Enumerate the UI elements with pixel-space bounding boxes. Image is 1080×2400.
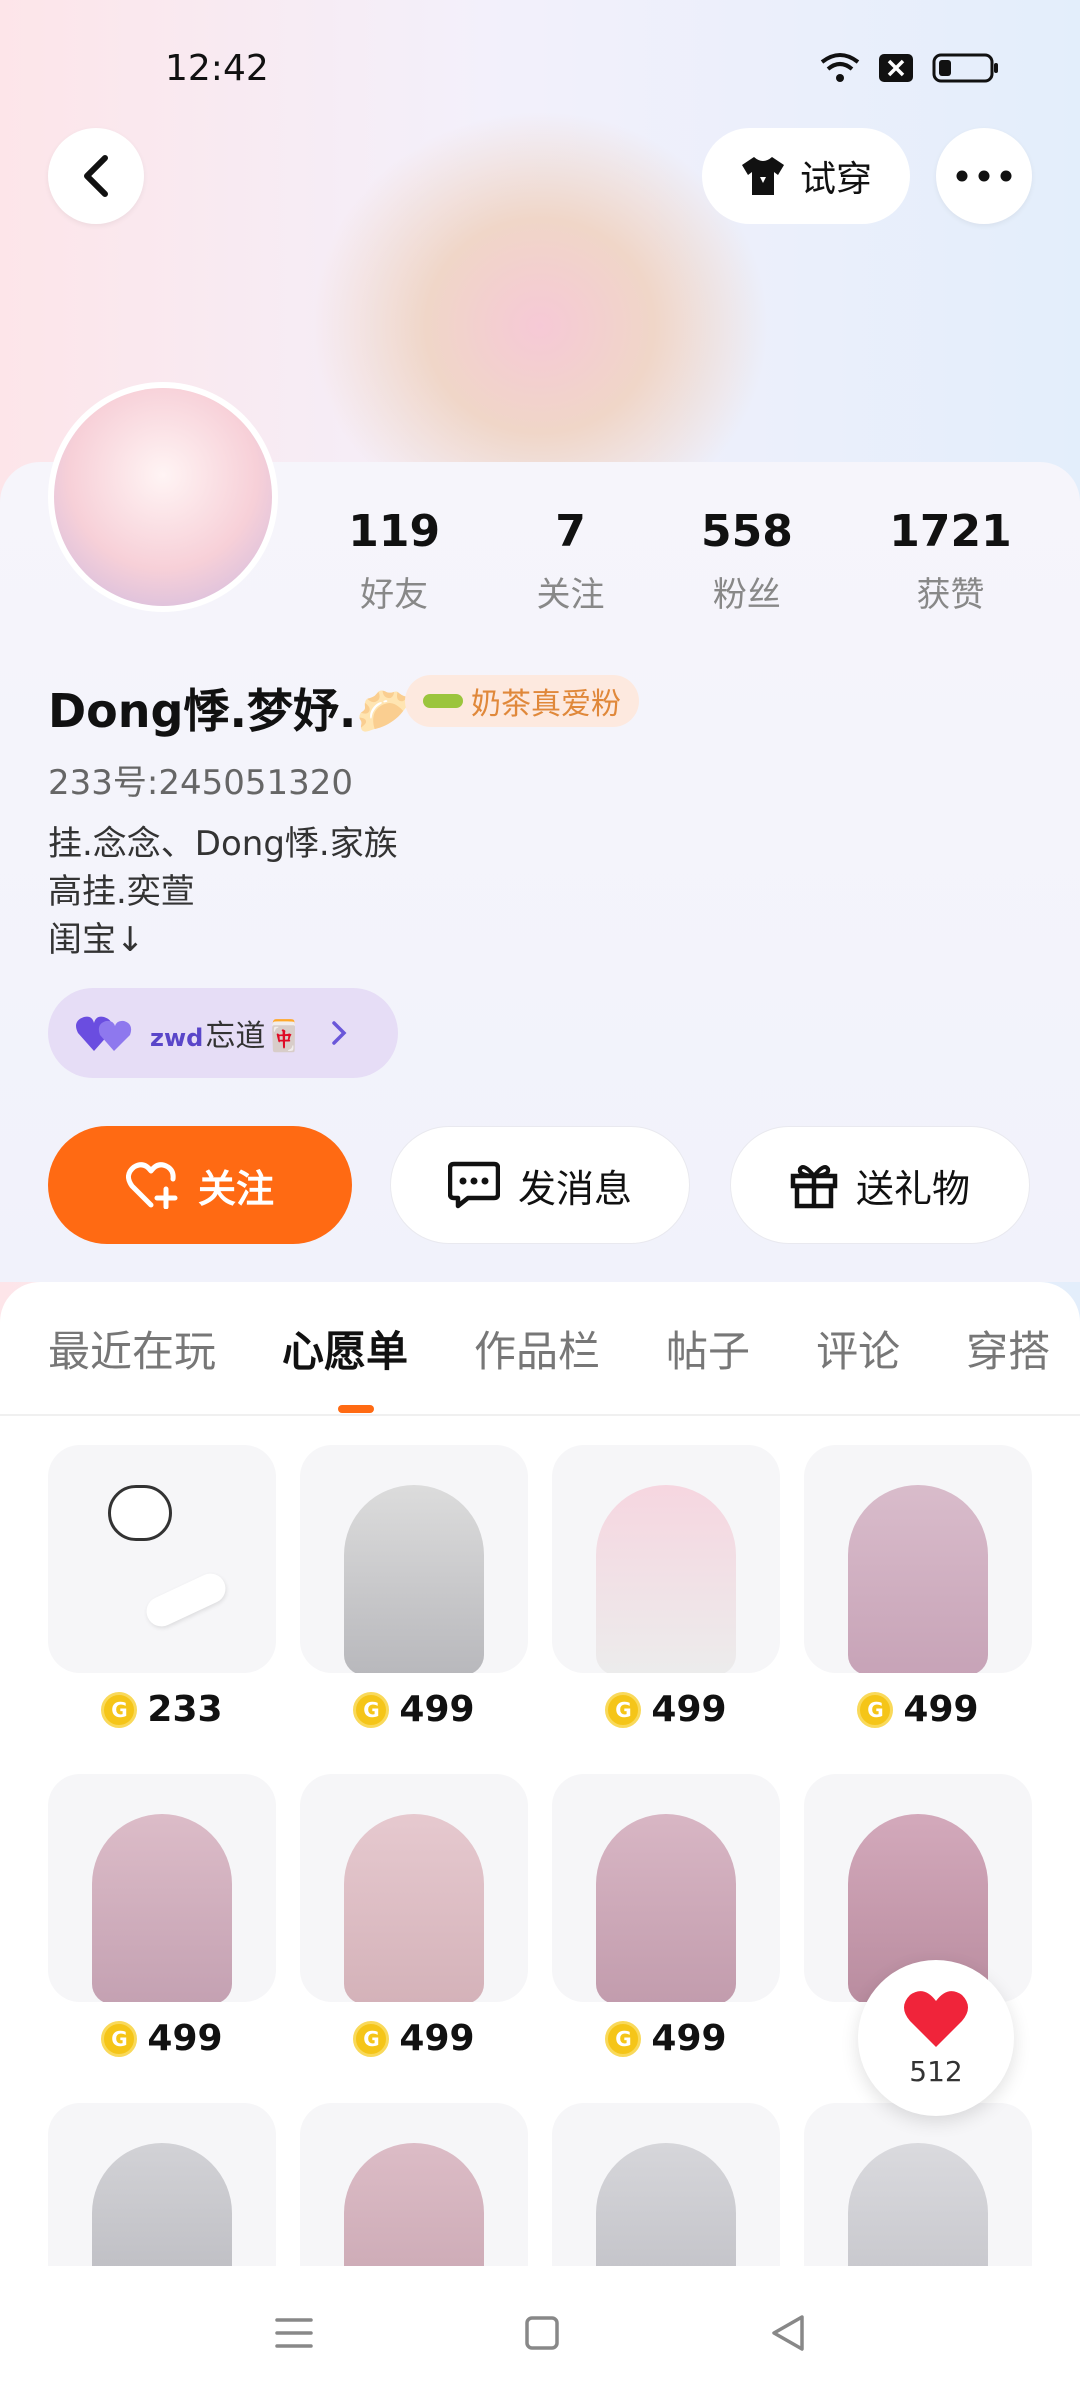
item-thumbnail [300, 1774, 528, 2002]
item-price: 499 [903, 1689, 979, 1730]
group-prefix: zwd [150, 1024, 204, 1052]
chevron-right-icon [331, 1021, 347, 1045]
follow-label: 关注 [197, 1166, 274, 1211]
tab-comments[interactable]: 评论 [816, 1318, 900, 1379]
no-sim-icon [879, 54, 913, 82]
stat-label: 好友 [360, 575, 429, 615]
coin-icon: G [605, 1691, 642, 1728]
stat-friends[interactable]: 119 好友 [348, 506, 440, 616]
coin-icon: G [101, 2020, 138, 2057]
like-count: 512 [909, 2054, 963, 2088]
coin-icon: G [101, 1691, 138, 1728]
follow-button[interactable]: 关注 [48, 1126, 352, 1244]
wishlist-item[interactable]: G 499 [300, 1774, 528, 2059]
try-on-label: 试穿 [799, 159, 872, 200]
wishlist-item[interactable]: G 233 [48, 1445, 276, 1730]
like-float-button[interactable]: 512 [858, 1960, 1014, 2116]
item-thumbnail [804, 1445, 1032, 1673]
wishlist-item[interactable]: G 499 [48, 1774, 276, 2059]
stat-value: 558 [700, 506, 793, 557]
group-name: 忘道🀄 [205, 1019, 303, 1054]
wishlist-item[interactable]: G 499 [552, 1774, 780, 2059]
heart-icon [904, 1990, 968, 2047]
more-button[interactable] [936, 128, 1032, 224]
more-icon [956, 170, 1012, 182]
profile-banner-image [310, 110, 770, 470]
profile-tabs: 最近在玩 心愿单 作品栏 帖子 评论 穿搭 [48, 1318, 1050, 1379]
item-thumbnail [300, 1445, 528, 1673]
stat-label: 关注 [536, 575, 605, 615]
home-icon[interactable] [524, 2315, 560, 2351]
bio-line: 闺宝↓ [48, 920, 145, 960]
item-thumbnail [48, 1774, 276, 2002]
stat-value: 1721 [889, 506, 1012, 557]
wishlist-grid: G 233 G 499 G 499 G 499 G 499 G 499 G 499 [48, 1445, 1032, 2347]
item-thumbnail [552, 1445, 780, 1673]
tab-outfits[interactable]: 穿搭 [966, 1318, 1050, 1379]
tab-recently-played[interactable]: 最近在玩 [48, 1318, 216, 1379]
gift-icon [790, 1165, 838, 1209]
item-price: 233 [147, 1689, 223, 1730]
back-nav-icon[interactable] [770, 2314, 806, 2352]
wishlist-item[interactable]: G 499 [300, 1445, 528, 1730]
badge-label: 奶茶真爱粉 [471, 687, 621, 722]
stat-likes[interactable]: 1721 获赞 [889, 506, 1011, 616]
stat-label: 获赞 [916, 575, 985, 615]
double-heart-icon [76, 1016, 132, 1051]
chat-bubble-icon [447, 1161, 500, 1209]
tabs-divider [0, 1414, 1080, 1416]
item-price: 499 [147, 2018, 223, 2059]
try-on-button[interactable]: 试穿 [702, 128, 910, 224]
stat-fans[interactable]: 558 粉丝 [701, 506, 793, 616]
coin-icon: G [605, 2020, 642, 2057]
system-nav-bar [0, 2266, 1080, 2400]
chevron-left-icon [84, 155, 108, 197]
family-group-pill[interactable]: zwd 忘道🀄 [48, 988, 398, 1078]
coin-icon: G [353, 1691, 390, 1728]
user-id: 233号:245051320 [48, 763, 354, 803]
gift-label: 送礼物 [855, 1166, 970, 1211]
tab-works[interactable]: 作品栏 [474, 1318, 600, 1379]
active-tab-indicator [338, 1405, 374, 1413]
shirt-icon [741, 157, 784, 195]
coin-icon: G [353, 2020, 390, 2057]
item-price: 499 [399, 1689, 475, 1730]
menu-icon[interactable] [274, 2316, 314, 2350]
bio-line: 挂.念念、Dong悸.家族 [48, 824, 398, 864]
wishlist-item[interactable]: G 499 [552, 1445, 780, 1730]
item-price: 499 [651, 2018, 727, 2059]
message-label: 发消息 [517, 1166, 632, 1211]
profile-bio: 挂.念念、Dong悸.家族 高挂.奕萱 闺宝↓ [48, 820, 398, 964]
wifi-icon [820, 53, 860, 82]
wishlist-item[interactable]: G 499 [804, 1445, 1032, 1730]
tab-wishlist[interactable]: 心愿单 [282, 1318, 408, 1379]
gift-button[interactable]: 送礼物 [730, 1126, 1030, 1244]
stat-value: 7 [555, 506, 586, 557]
fan-badge[interactable]: 奶茶真爱粉 [405, 675, 639, 727]
coin-icon: G [857, 1691, 894, 1728]
item-thumbnail [48, 1445, 276, 1673]
item-thumbnail [552, 1774, 780, 2002]
stats-row: 119 好友 7 关注 558 粉丝 1721 获赞 [300, 506, 1060, 616]
stat-value: 119 [348, 506, 441, 557]
message-button[interactable]: 发消息 [390, 1126, 690, 1244]
status-icons [820, 52, 1000, 84]
battery-icon [932, 53, 998, 83]
bio-line: 高挂.奕萱 [48, 872, 195, 912]
status-time: 12:42 [165, 48, 269, 89]
avatar-image [54, 388, 272, 606]
stat-following[interactable]: 7 关注 [537, 506, 605, 616]
badge-icon [423, 694, 463, 708]
heart-plus-icon [125, 1162, 178, 1209]
profile-name: Dong悸.梦妤.🥟 [48, 684, 414, 738]
back-button[interactable] [48, 128, 144, 224]
tab-posts[interactable]: 帖子 [666, 1318, 750, 1379]
stat-label: 粉丝 [712, 575, 781, 615]
avatar[interactable] [48, 382, 278, 612]
item-price: 499 [399, 2018, 475, 2059]
item-price: 499 [651, 1689, 727, 1730]
